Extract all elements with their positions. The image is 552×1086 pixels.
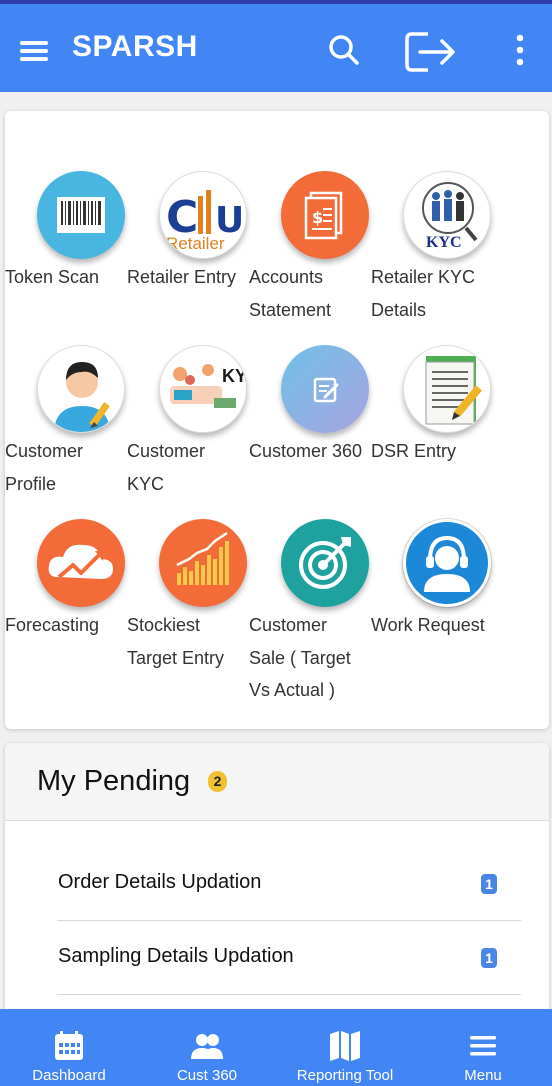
tile-label: Stockiest Target Entry — [127, 615, 225, 668]
nav-label: Dashboard — [32, 1067, 106, 1084]
app-title: SPARSH — [72, 30, 198, 63]
search-icon[interactable] — [322, 28, 366, 72]
target-arrow-icon — [281, 519, 369, 607]
edit-note-icon — [281, 345, 369, 433]
pending-count-badge: 2 — [208, 771, 227, 792]
tile-retailer-kyc[interactable]: KYC Retailer KYC Details — [371, 171, 493, 326]
nav-reporting-tool[interactable]: Reporting Tool — [276, 1009, 414, 1086]
tile-accounts-statement[interactable]: $ Accounts Statement — [249, 171, 371, 326]
barcode-icon — [37, 171, 125, 259]
svg-text:$: $ — [312, 208, 323, 227]
nav-label: Cust 360 — [176, 1067, 238, 1084]
tile-work-request[interactable]: Work Request — [371, 519, 493, 642]
pending-row-label: Order Details Updation — [58, 871, 262, 893]
nav-label: Reporting Tool — [296, 1067, 394, 1084]
my-pending-card: My Pending 2 Order Details Updation 1 Sa… — [5, 743, 549, 1023]
calendar-icon — [52, 1029, 86, 1063]
tile-stockiest-target[interactable]: Stockiest Target Entry — [127, 519, 249, 674]
tile-label: Token Scan — [5, 267, 100, 287]
users-icon — [190, 1029, 224, 1063]
map-icon — [328, 1029, 362, 1063]
kyc-illustration-text: KY — [222, 366, 247, 386]
tile-customer-kyc[interactable]: KY Customer KYC — [127, 345, 249, 500]
tile-retailer-entry[interactable]: CU Retailer Retailer Entry — [127, 171, 249, 294]
more-vertical-icon[interactable] — [508, 28, 532, 72]
tile-label: Retailer Entry — [127, 267, 237, 287]
tile-dsr-entry[interactable]: DSR Entry — [371, 345, 493, 468]
tile-label: DSR Entry — [371, 441, 457, 461]
tile-label: Accounts Statement — [249, 267, 332, 320]
nav-label: Menu — [464, 1067, 502, 1084]
tile-customer-profile[interactable]: Customer Profile — [5, 345, 127, 500]
nav-cust-360[interactable]: Cust 360 — [138, 1009, 276, 1086]
tile-label: Customer KYC — [127, 441, 206, 494]
tile-token-scan[interactable]: Token Scan — [5, 171, 127, 294]
tile-label: Customer Profile — [5, 441, 84, 494]
pending-row-sampling-details[interactable]: Sampling Details Updation 1 — [57, 921, 521, 995]
tile-customer-360[interactable]: Customer 360 — [249, 345, 371, 468]
kyc-people-icon: KYC — [403, 171, 491, 259]
tile-label: Work Request — [371, 615, 485, 635]
customer-kyc-illustration-icon: KY — [159, 345, 247, 433]
hamburger-menu-icon[interactable] — [16, 32, 52, 68]
pending-row-label: Sampling Details Updation — [58, 945, 294, 967]
retailer-logo-icon: CU Retailer — [159, 171, 247, 259]
pending-row-order-details[interactable]: Order Details Updation 1 — [57, 847, 521, 921]
bottom-navigation: Dashboard Cust 360 Reporting Tool Menu — [0, 1009, 552, 1086]
bar-chart-growth-icon — [159, 519, 247, 607]
hamburger-icon — [466, 1029, 500, 1063]
quick-actions-card: Token Scan CU Retailer Retailer Entry $ … — [5, 111, 549, 729]
tile-customer-sale[interactable]: Customer Sale ( Target Vs Actual ) — [249, 519, 371, 707]
pending-row-count: 1 — [481, 948, 497, 968]
logout-icon[interactable] — [402, 28, 462, 72]
tile-label: Customer Sale ( Target Vs Actual ) — [249, 615, 351, 700]
tile-label: Retailer KYC Details — [371, 267, 476, 320]
app-bar: SPARSH — [0, 4, 552, 92]
nav-menu[interactable]: Menu — [414, 1009, 552, 1086]
statement-document-icon: $ — [281, 171, 369, 259]
kyc-logo-text: KYC — [426, 234, 462, 251]
tile-label: Customer 360 — [249, 441, 363, 461]
tile-label: Forecasting — [5, 615, 100, 635]
pending-title: My Pending — [37, 765, 191, 797]
cloud-trend-icon — [37, 519, 125, 607]
support-headset-icon — [403, 519, 491, 607]
retailer-logo-text: Retailer — [166, 234, 225, 253]
tile-forecasting[interactable]: Forecasting — [5, 519, 127, 642]
customer-avatar-icon — [37, 345, 125, 433]
notepad-pencil-icon — [403, 345, 491, 433]
pending-header: My Pending 2 — [5, 743, 549, 821]
nav-dashboard[interactable]: Dashboard — [0, 1009, 138, 1086]
pending-row-count: 1 — [481, 874, 497, 894]
